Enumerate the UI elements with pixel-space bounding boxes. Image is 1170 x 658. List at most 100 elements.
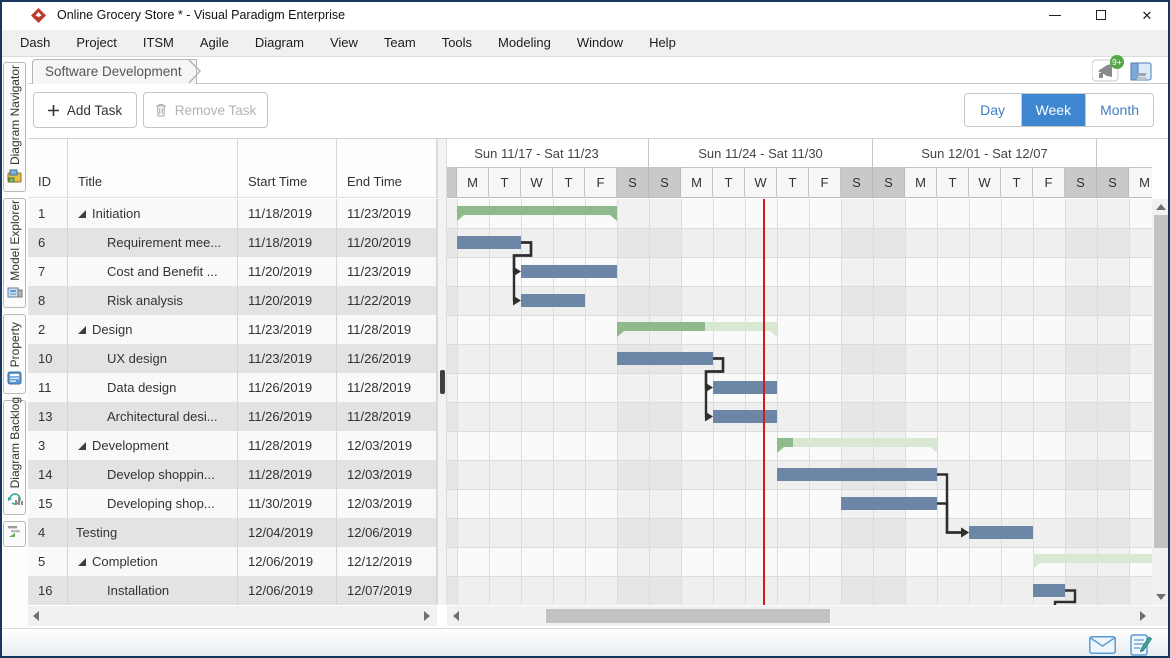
hscroll-thumb[interactable] xyxy=(546,609,830,623)
notifications-icon[interactable]: 9+ xyxy=(1092,58,1122,87)
expand-collapse-icon[interactable] xyxy=(78,326,86,334)
table-row-task-10[interactable]: 10UX design11/23/201911/26/2019 xyxy=(28,344,437,373)
column-header-title[interactable]: Title xyxy=(68,139,238,197)
column-header-id[interactable]: ID xyxy=(28,139,68,197)
menu-item-window[interactable]: Window xyxy=(564,30,636,56)
sidebar-tab-model-explorer[interactable]: Model Explorer xyxy=(3,198,26,308)
splitter-handle[interactable] xyxy=(440,370,445,394)
summary-progress xyxy=(617,322,705,331)
summary-bar-1[interactable] xyxy=(457,206,617,221)
day-header-cell: S xyxy=(649,167,681,198)
menu-item-diagram[interactable]: Diagram xyxy=(242,30,317,56)
gridline-horizontal xyxy=(447,518,1152,519)
compose-icon[interactable] xyxy=(1130,633,1152,656)
expand-collapse-icon[interactable] xyxy=(78,442,86,450)
table-row-task-14[interactable]: 14Develop shoppin...11/28/201912/03/2019 xyxy=(28,460,437,489)
view-day-button[interactable]: Day xyxy=(965,94,1022,126)
task-bar-13[interactable] xyxy=(713,410,777,423)
task-bar-4[interactable] xyxy=(969,526,1033,539)
chart-hscrollbar[interactable] xyxy=(447,606,1152,626)
gridline-horizontal xyxy=(447,286,1152,287)
chart-vscrollbar[interactable] xyxy=(1152,199,1170,605)
task-bar-16[interactable] xyxy=(1033,584,1065,597)
task-bar-14[interactable] xyxy=(777,468,937,481)
menu-item-team[interactable]: Team xyxy=(371,30,429,56)
menu-item-tools[interactable]: Tools xyxy=(429,30,485,56)
cell-end-time: 11/26/2019 xyxy=(337,344,437,373)
day-header-cell: W xyxy=(969,167,1001,198)
add-task-label: Add Task xyxy=(67,103,122,118)
diagram-backlog-icon xyxy=(7,492,23,511)
table-row-task-16[interactable]: 16Installation12/06/201912/07/2019 xyxy=(28,576,437,605)
week-header: Sun 11/17 - Sat 11/23 xyxy=(447,139,649,167)
task-bar-11[interactable] xyxy=(713,381,777,394)
menu-item-modeling[interactable]: Modeling xyxy=(485,30,564,56)
menu-item-project[interactable]: Project xyxy=(63,30,129,56)
menu-item-agile[interactable]: Agile xyxy=(187,30,242,56)
menu-item-view[interactable]: View xyxy=(317,30,371,56)
table-row-task-5[interactable]: 5Completion12/06/201912/12/2019 xyxy=(28,547,437,576)
table-row-task-13[interactable]: 13Architectural desi...11/26/201911/28/2… xyxy=(28,402,437,431)
sidebar-tab-gantt[interactable] xyxy=(3,521,26,547)
sidebar-tab-label: Diagram Navigator xyxy=(8,65,22,165)
scroll-up-icon[interactable] xyxy=(1156,204,1166,210)
task-bar-8[interactable] xyxy=(521,294,585,307)
task-bar-15[interactable] xyxy=(841,497,937,510)
sidebar-tab-property[interactable]: Property xyxy=(3,314,26,394)
task-bar-10[interactable] xyxy=(617,352,713,365)
today-line xyxy=(763,199,765,605)
view-week-button[interactable]: Week xyxy=(1022,94,1087,126)
table-row-task-6[interactable]: 6Requirement mee...11/18/201911/20/2019 xyxy=(28,228,437,257)
summary-bar-3[interactable] xyxy=(777,438,937,453)
table-row-task-1[interactable]: 1Initiation11/18/201911/23/2019 xyxy=(28,199,437,228)
table-row-task-3[interactable]: 3Development11/28/201912/03/2019 xyxy=(28,431,437,460)
menu-item-dash[interactable]: Dash xyxy=(7,30,63,56)
table-row-task-7[interactable]: 7Cost and Benefit ...11/20/201911/23/201… xyxy=(28,257,437,286)
table-row-task-11[interactable]: 11Data design11/26/201911/28/2019 xyxy=(28,373,437,402)
expand-collapse-icon[interactable] xyxy=(78,558,86,566)
gridline-horizontal xyxy=(447,373,1152,374)
remove-task-button[interactable]: Remove Task xyxy=(143,92,268,128)
gantt-chart-icon xyxy=(7,524,23,543)
layout-panels-icon[interactable] xyxy=(1130,61,1154,85)
sidebar-tab-diagram-navigator[interactable]: Diagram Navigator xyxy=(3,62,26,192)
week-header: Sun 12/01 - Sat 12/07 xyxy=(873,139,1097,167)
cell-id: 3 xyxy=(28,431,68,460)
cell-end-time: 11/28/2019 xyxy=(337,402,437,431)
cell-end-time: 11/28/2019 xyxy=(337,373,437,402)
vscroll-thumb[interactable] xyxy=(1154,215,1168,548)
task-bar-7[interactable] xyxy=(521,265,617,278)
column-header-end-time[interactable]: End Time xyxy=(337,139,437,197)
model-explorer-icon xyxy=(7,285,23,304)
table-row-task-15[interactable]: 15Developing shop...11/30/201912/03/2019 xyxy=(28,489,437,518)
column-header-start-time[interactable]: Start Time xyxy=(238,139,337,197)
view-toggle: DayWeekMonth xyxy=(964,93,1154,127)
summary-bar-2[interactable] xyxy=(617,322,777,337)
scroll-right-icon[interactable] xyxy=(424,611,430,621)
task-bar-6[interactable] xyxy=(457,236,521,249)
notification-badge: 9+ xyxy=(1110,55,1124,69)
gridline-horizontal xyxy=(447,547,1152,548)
scroll-down-icon[interactable] xyxy=(1156,594,1166,600)
close-icon: ✕ xyxy=(1142,9,1153,22)
diagram-tab-software-development[interactable]: Software Development xyxy=(32,59,197,84)
minimize-button[interactable] xyxy=(1032,0,1078,30)
table-hscrollbar[interactable] xyxy=(28,606,437,626)
table-row-task-2[interactable]: 2Design11/23/201911/28/2019 xyxy=(28,315,437,344)
expand-collapse-icon[interactable] xyxy=(78,210,86,218)
table-row-task-8[interactable]: 8Risk analysis11/20/201911/22/2019 xyxy=(28,286,437,315)
table-row-task-4[interactable]: 4Testing12/04/201912/06/2019 xyxy=(28,518,437,547)
view-month-button[interactable]: Month xyxy=(1086,94,1153,126)
mail-icon[interactable] xyxy=(1089,636,1116,654)
menu-item-itsm[interactable]: ITSM xyxy=(130,30,187,56)
scroll-right-icon[interactable] xyxy=(1140,611,1146,621)
scroll-left-icon[interactable] xyxy=(33,611,39,621)
menu-item-help[interactable]: Help xyxy=(636,30,689,56)
summary-bar-5[interactable] xyxy=(1033,554,1152,569)
maximize-button[interactable] xyxy=(1078,0,1124,30)
add-task-button[interactable]: Add Task xyxy=(33,92,137,128)
scroll-left-icon[interactable] xyxy=(453,611,459,621)
close-button[interactable]: ✕ xyxy=(1124,0,1170,30)
summary-remaining xyxy=(777,438,937,447)
sidebar-tab-diagram-backlog[interactable]: Diagram Backlog xyxy=(3,400,26,515)
